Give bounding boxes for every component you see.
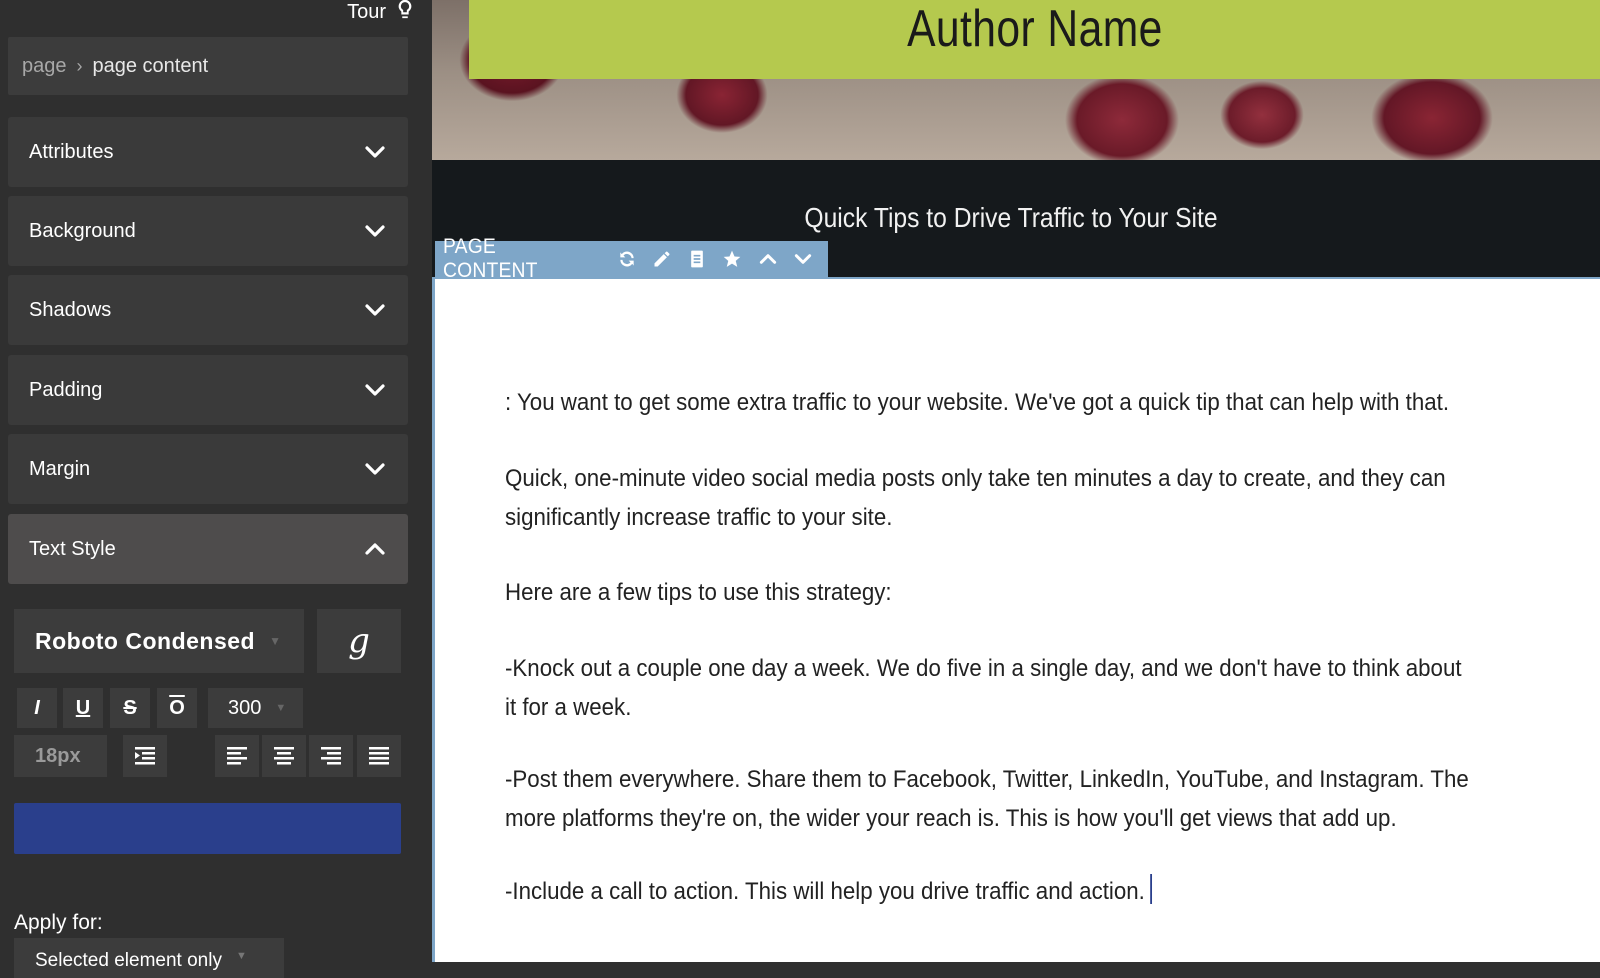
section-padding[interactable]: Padding (8, 355, 408, 425)
author-name: Author Name (906, 0, 1163, 58)
paragraph-text: -Post them everywhere. Share them to Fac… (505, 766, 1469, 832)
align-left-icon (227, 747, 247, 765)
strikethrough-icon: S (123, 696, 137, 719)
page-preview: Author Name Quick Tips to Drive Traffic … (432, 0, 1600, 962)
italic-icon: I (34, 696, 40, 719)
chevron-down-icon (365, 304, 385, 316)
text-cursor (1150, 874, 1153, 904)
breadcrumb: page › page content (8, 37, 408, 95)
author-banner[interactable]: Author Name (469, 0, 1600, 79)
underline-icon: U (75, 696, 91, 719)
apply-for-value: Selected element only (35, 950, 222, 971)
overline-icon: O (169, 696, 185, 719)
align-right-button[interactable] (309, 735, 353, 777)
paragraph: : You want to get some extra traffic to … (505, 389, 1450, 416)
breadcrumb-current: page content (92, 54, 209, 77)
section-label: Text Style (29, 537, 116, 560)
refresh-icon[interactable] (616, 248, 636, 270)
font-family-value: Roboto Condensed (35, 627, 256, 654)
paragraph: -Knock out a couple one day a week. We d… (505, 655, 1462, 721)
caret-down-icon: ▼ (275, 702, 287, 714)
section-attributes[interactable]: Attributes (8, 117, 408, 187)
style-sidebar: Tour page › page content Attributes Back… (0, 0, 432, 978)
move-down-icon[interactable] (793, 248, 813, 270)
font-size-value: 18px (35, 744, 81, 767)
caret-down-icon: ▼ (235, 950, 247, 962)
strikethrough-button[interactable]: S (110, 688, 150, 728)
align-left-button[interactable] (215, 735, 259, 777)
align-justify-button[interactable] (357, 735, 401, 777)
underline-button[interactable]: U (63, 688, 103, 728)
section-label: Attributes (29, 140, 114, 163)
block-toolbar: PAGE CONTENT (435, 235, 828, 282)
align-right-icon (321, 747, 341, 765)
lightbulb-icon (394, 0, 416, 26)
section-label: Background (29, 219, 136, 242)
section-background[interactable]: Background (8, 196, 408, 266)
line-height-button[interactable] (123, 735, 167, 777)
chevron-up-icon (365, 543, 385, 555)
chevron-right-icon: › (76, 55, 83, 76)
breadcrumb-root[interactable]: page (22, 55, 67, 78)
align-center-button[interactable] (262, 735, 306, 777)
apply-for-label: Apply for: (14, 911, 103, 934)
paragraph: Quick, one-minute video social media pos… (505, 465, 1446, 531)
apply-for-select[interactable]: Selected element only ▼ (14, 938, 284, 978)
font-weight-select[interactable]: 300 ▼ (208, 688, 303, 728)
move-up-icon[interactable] (757, 248, 777, 270)
font-size-input[interactable]: 18px (14, 735, 107, 777)
paragraph: -Post them everywhere. Share them to Fac… (505, 761, 1470, 838)
paragraph-text: -Include a call to action. This will hel… (505, 878, 1145, 905)
chevron-down-icon (365, 463, 385, 475)
section-text-style[interactable]: Text Style (8, 514, 408, 584)
chevron-down-icon (365, 146, 385, 158)
font-family-select[interactable]: Roboto Condensed ▼ (14, 609, 304, 673)
document-icon[interactable] (687, 248, 707, 270)
page-content-block[interactable]: : You want to get some extra traffic to … (432, 277, 1600, 962)
hero-image: Author Name (432, 0, 1600, 160)
tagline: Quick Tips to Drive Traffic to Your Site (804, 202, 1218, 233)
paragraph-editing[interactable]: -Include a call to action. This will hel… (505, 873, 1470, 912)
overline-button[interactable]: O (157, 688, 197, 728)
align-center-icon (274, 747, 294, 765)
chevron-down-icon (365, 225, 385, 237)
chevron-down-icon (365, 384, 385, 396)
section-label: Margin (29, 457, 91, 480)
caret-down-icon: ▼ (269, 634, 282, 648)
align-justify-icon (369, 747, 389, 765)
tour-button[interactable]: Tour (347, 0, 416, 24)
italic-button[interactable]: I (17, 688, 57, 728)
section-label: Shadows (29, 298, 112, 321)
font-weight-value: 300 (228, 696, 262, 719)
block-toolbar-label: PAGE CONTENT (443, 235, 538, 282)
star-icon[interactable] (722, 248, 742, 270)
paragraph: Here are a few tips to use this strategy… (505, 579, 892, 606)
section-shadows[interactable]: Shadows (8, 275, 408, 345)
text-color-picker[interactable] (14, 803, 401, 854)
tour-label: Tour (347, 0, 386, 23)
google-fonts-icon: g (348, 621, 370, 661)
section-label: Padding (29, 378, 103, 401)
line-height-icon (135, 747, 155, 765)
pencil-icon[interactable] (652, 248, 672, 270)
google-fonts-button[interactable]: g (317, 609, 401, 673)
section-margin[interactable]: Margin (8, 434, 408, 504)
